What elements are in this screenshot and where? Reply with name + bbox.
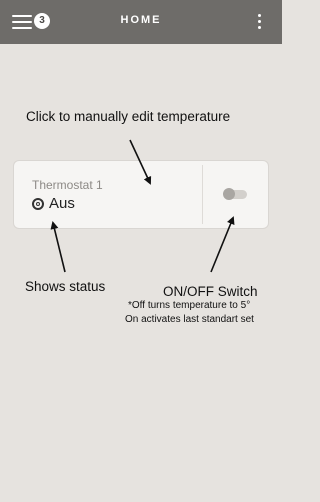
arrow-to-status: [50, 221, 66, 273]
arrow-to-switch: [210, 216, 235, 273]
arrow-to-tile: [129, 139, 152, 185]
annotation-arrows: [50, 139, 235, 273]
